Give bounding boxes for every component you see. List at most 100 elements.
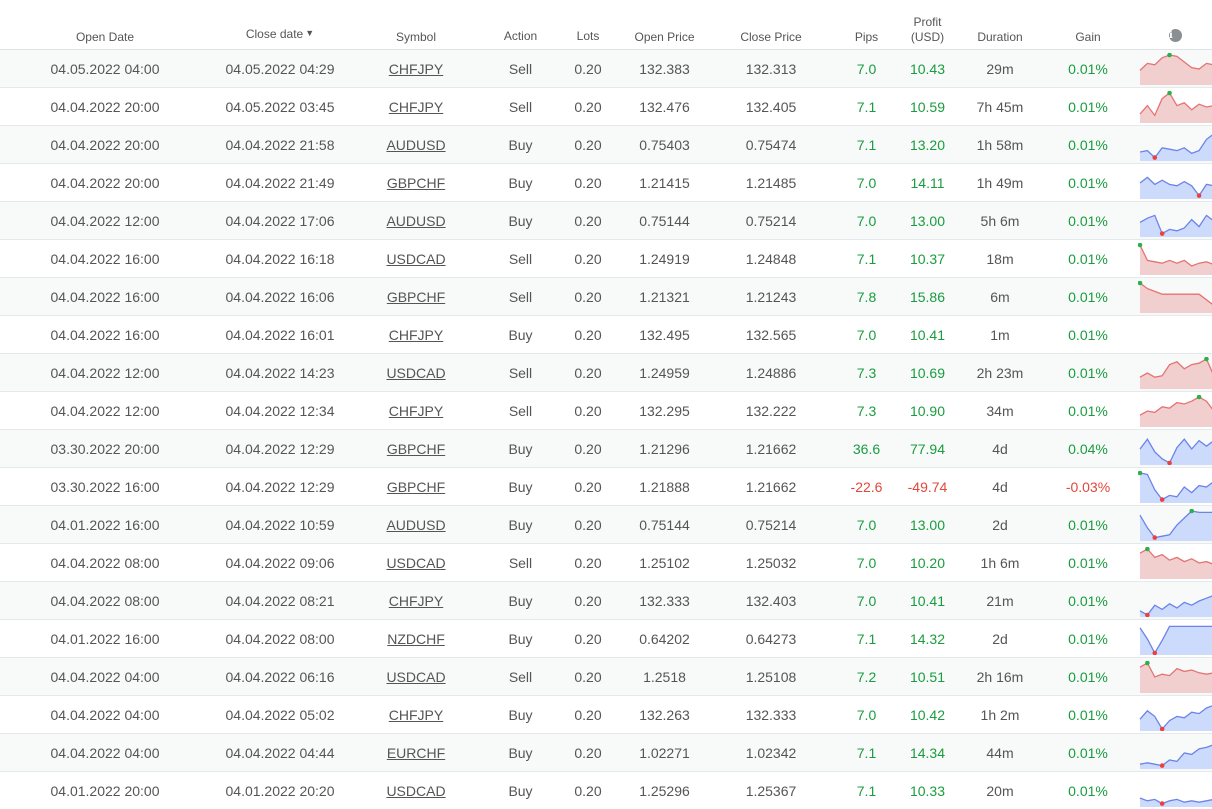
header-info[interactable]: i bbox=[1128, 0, 1212, 50]
symbol-link[interactable]: GBPCHF bbox=[350, 164, 482, 202]
header-open-price[interactable]: Open Price bbox=[617, 0, 712, 50]
symbol-link-text[interactable]: GBPCHF bbox=[387, 441, 445, 457]
symbol-link[interactable]: AUDUSD bbox=[350, 506, 482, 544]
symbol-link[interactable]: GBPCHF bbox=[350, 430, 482, 468]
symbol-link-text[interactable]: CHFJPY bbox=[389, 61, 443, 77]
lots-cell: 0.20 bbox=[559, 506, 617, 544]
header-open-date[interactable]: Open Date bbox=[0, 0, 210, 50]
table-row[interactable]: 04.05.2022 04:0004.05.2022 04:29CHFJPYSe… bbox=[0, 50, 1212, 88]
table-row[interactable]: 04.04.2022 16:0004.04.2022 16:01CHFJPYBu… bbox=[0, 316, 1212, 354]
symbol-link[interactable]: GBPCHF bbox=[350, 468, 482, 506]
symbol-link-text[interactable]: USDCAD bbox=[386, 365, 445, 381]
symbol-link-text[interactable]: CHFJPY bbox=[389, 327, 443, 343]
header-lots[interactable]: Lots bbox=[559, 0, 617, 50]
table-row[interactable]: 04.04.2022 04:0004.04.2022 05:02CHFJPYBu… bbox=[0, 696, 1212, 734]
header-profit[interactable]: Profit(USD) bbox=[903, 0, 952, 50]
pips-cell: 36.6 bbox=[830, 430, 903, 468]
lots-cell: 0.20 bbox=[559, 316, 617, 354]
open-price-cell: 1.21321 bbox=[617, 278, 712, 316]
symbol-link-text[interactable]: AUDUSD bbox=[386, 517, 445, 533]
symbol-link[interactable]: USDCAD bbox=[350, 240, 482, 278]
open-price-cell: 1.21296 bbox=[617, 430, 712, 468]
symbol-link-text[interactable]: AUDUSD bbox=[386, 213, 445, 229]
symbol-link[interactable]: CHFJPY bbox=[350, 582, 482, 620]
header-action[interactable]: Action bbox=[482, 0, 559, 50]
action-cell-text: Buy bbox=[508, 783, 532, 799]
table-row[interactable]: 04.04.2022 12:0004.04.2022 14:23USDCADSe… bbox=[0, 354, 1212, 392]
lots-cell: 0.20 bbox=[559, 658, 617, 696]
open-date-cell-text: 04.04.2022 12:00 bbox=[51, 213, 160, 229]
symbol-link-text[interactable]: GBPCHF bbox=[387, 175, 445, 191]
action-cell-text: Buy bbox=[508, 745, 532, 761]
symbol-link[interactable]: CHFJPY bbox=[350, 696, 482, 734]
symbol-link-text[interactable]: EURCHF bbox=[387, 745, 445, 761]
table-row[interactable]: 04.04.2022 16:0004.04.2022 16:18USDCADSe… bbox=[0, 240, 1212, 278]
symbol-link[interactable]: EURCHF bbox=[350, 734, 482, 772]
action-cell: Sell bbox=[482, 50, 559, 88]
symbol-link[interactable]: USDCAD bbox=[350, 354, 482, 392]
header-close-date[interactable]: Close date▼ bbox=[210, 0, 350, 50]
open-date-cell: 04.01.2022 16:00 bbox=[0, 506, 210, 544]
symbol-link[interactable]: USDCAD bbox=[350, 544, 482, 582]
action-cell-text: Buy bbox=[508, 479, 532, 495]
symbol-link[interactable]: AUDUSD bbox=[350, 202, 482, 240]
symbol-link-text[interactable]: USDCAD bbox=[386, 669, 445, 685]
pips-cell-text: 7.0 bbox=[857, 327, 876, 343]
symbol-link[interactable]: CHFJPY bbox=[350, 316, 482, 354]
gain-cell-text: 0.01% bbox=[1068, 327, 1108, 343]
table-row[interactable]: 04.01.2022 16:0004.04.2022 08:00NZDCHFBu… bbox=[0, 620, 1212, 658]
table-row[interactable]: 04.04.2022 12:0004.04.2022 12:34CHFJPYSe… bbox=[0, 392, 1212, 430]
symbol-link-text[interactable]: USDCAD bbox=[386, 783, 445, 799]
header-pips[interactable]: Pips bbox=[830, 0, 903, 50]
close-price-cell-text: 132.403 bbox=[746, 593, 797, 609]
price-sparkline bbox=[1138, 205, 1212, 237]
symbol-link-text[interactable]: USDCAD bbox=[386, 251, 445, 267]
table-row[interactable]: 04.04.2022 20:0004.05.2022 03:45CHFJPYSe… bbox=[0, 88, 1212, 126]
symbol-link[interactable]: NZDCHF bbox=[350, 620, 482, 658]
table-row[interactable]: 04.04.2022 08:0004.04.2022 09:06USDCADSe… bbox=[0, 544, 1212, 582]
header-gain[interactable]: Gain bbox=[1048, 0, 1128, 50]
symbol-link[interactable]: AUDUSD bbox=[350, 126, 482, 164]
symbol-link-text[interactable]: CHFJPY bbox=[389, 593, 443, 609]
lots-cell: 0.20 bbox=[559, 202, 617, 240]
table-row[interactable]: 04.04.2022 04:0004.04.2022 06:16USDCADSe… bbox=[0, 658, 1212, 696]
profit-cell: 13.00 bbox=[903, 506, 952, 544]
close-date-cell: 04.05.2022 04:29 bbox=[210, 50, 350, 88]
close-price-cell-text: 132.565 bbox=[746, 327, 797, 343]
table-row[interactable]: 04.04.2022 20:0004.04.2022 21:58AUDUSDBu… bbox=[0, 126, 1212, 164]
profit-cell: 10.59 bbox=[903, 88, 952, 126]
symbol-link[interactable]: GBPCHF bbox=[350, 278, 482, 316]
symbol-link-text[interactable]: GBPCHF bbox=[387, 289, 445, 305]
open-price-cell-text: 0.75144 bbox=[639, 213, 690, 229]
table-row[interactable]: 04.01.2022 16:0004.04.2022 10:59AUDUSDBu… bbox=[0, 506, 1212, 544]
duration-cell-text: 2d bbox=[992, 631, 1008, 647]
symbol-link-text[interactable]: CHFJPY bbox=[389, 403, 443, 419]
symbol-link[interactable]: CHFJPY bbox=[350, 392, 482, 430]
header-symbol[interactable]: Symbol bbox=[350, 0, 482, 50]
symbol-link-text[interactable]: AUDUSD bbox=[386, 137, 445, 153]
symbol-link-text[interactable]: NZDCHF bbox=[387, 631, 445, 647]
info-icon[interactable]: i bbox=[1169, 29, 1182, 42]
symbol-link-text[interactable]: CHFJPY bbox=[389, 707, 443, 723]
table-row[interactable]: 03.30.2022 20:0004.04.2022 12:29GBPCHFBu… bbox=[0, 430, 1212, 468]
table-row[interactable]: 04.04.2022 16:0004.04.2022 16:06GBPCHFSe… bbox=[0, 278, 1212, 316]
table-row[interactable]: 04.04.2022 20:0004.04.2022 21:49GBPCHFBu… bbox=[0, 164, 1212, 202]
header-close-price[interactable]: Close Price bbox=[712, 0, 830, 50]
table-row[interactable]: 04.04.2022 12:0004.04.2022 17:06AUDUSDBu… bbox=[0, 202, 1212, 240]
table-row[interactable]: 04.04.2022 04:0004.04.2022 04:44EURCHFBu… bbox=[0, 734, 1212, 772]
table-row[interactable]: 04.01.2022 20:0004.01.2022 20:20USDCADBu… bbox=[0, 772, 1212, 809]
lots-cell-text: 0.20 bbox=[574, 365, 601, 381]
symbol-link-text[interactable]: CHFJPY bbox=[389, 99, 443, 115]
symbol-link[interactable]: USDCAD bbox=[350, 772, 482, 809]
symbol-link[interactable]: CHFJPY bbox=[350, 50, 482, 88]
pips-cell: 7.0 bbox=[830, 202, 903, 240]
symbol-link-text[interactable]: GBPCHF bbox=[387, 479, 445, 495]
symbol-link[interactable]: CHFJPY bbox=[350, 88, 482, 126]
table-row[interactable]: 03.30.2022 16:0004.04.2022 12:29GBPCHFBu… bbox=[0, 468, 1212, 506]
symbol-link[interactable]: USDCAD bbox=[350, 658, 482, 696]
action-cell: Sell bbox=[482, 658, 559, 696]
sparkline-cell bbox=[1128, 544, 1212, 582]
header-duration[interactable]: Duration bbox=[952, 0, 1048, 50]
symbol-link-text[interactable]: USDCAD bbox=[386, 555, 445, 571]
table-row[interactable]: 04.04.2022 08:0004.04.2022 08:21CHFJPYBu… bbox=[0, 582, 1212, 620]
